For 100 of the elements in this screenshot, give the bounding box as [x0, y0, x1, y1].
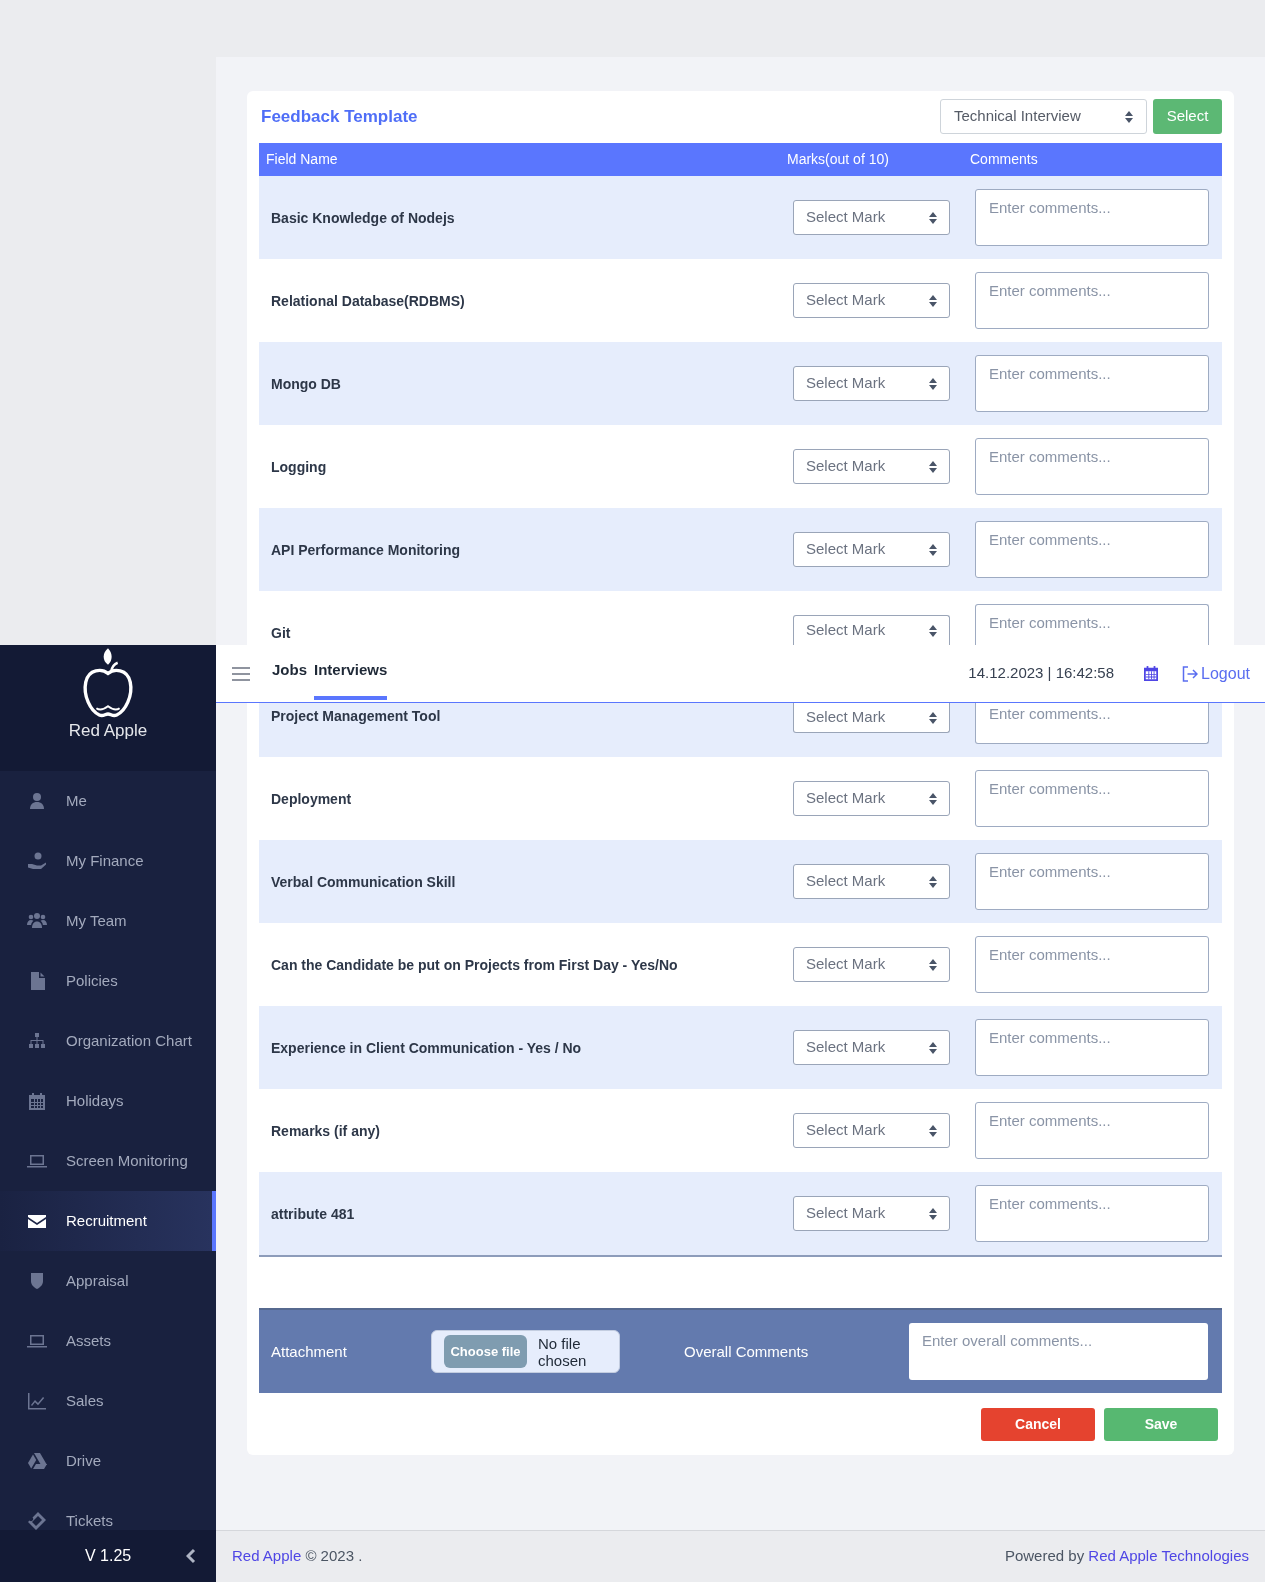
cancel-button[interactable]: Cancel [981, 1408, 1095, 1441]
comment-field[interactable]: Enter comments... [975, 189, 1209, 246]
mark-select[interactable]: Select Mark [793, 947, 950, 982]
comment-field[interactable]: Enter comments... [975, 770, 1209, 827]
mark-select[interactable]: Select Mark [793, 283, 950, 318]
hierarchy-icon [27, 1031, 47, 1051]
mark-select[interactable]: Select Mark [793, 615, 950, 645]
comment-field[interactable]: Enter comments... [975, 1019, 1209, 1076]
nav-item[interactable]: Appraisal [0, 1251, 216, 1311]
triangle-icon [27, 1451, 47, 1471]
mark-select[interactable]: Select Mark [793, 449, 950, 484]
copyright-text: Red Apple © 2023 . [232, 1546, 363, 1567]
field-name: Git [271, 624, 291, 641]
datetime-text: 14.12.2023 | 16:42:58 [968, 663, 1115, 684]
version-label: V 1.25 [85, 1546, 132, 1566]
nav-item[interactable]: My Finance [0, 831, 216, 891]
nav-item[interactable]: Drive [0, 1431, 216, 1491]
sort-icon [929, 958, 937, 971]
nav-item[interactable]: Organization Chart [0, 1011, 216, 1071]
calendar-icon [27, 1091, 47, 1111]
field-name: API Performance Monitoring [271, 541, 461, 558]
mark-select[interactable]: Select Mark [793, 1030, 950, 1065]
brand-link[interactable]: Red Apple [232, 1547, 302, 1565]
sort-icon [929, 543, 937, 556]
card-title: Feedback Template [260, 105, 418, 128]
sort-icon [929, 711, 937, 724]
sort-icon [929, 1041, 937, 1054]
sort-icon [929, 211, 937, 224]
comment-field[interactable]: Enter comments... [975, 355, 1209, 412]
logout-link[interactable]: Logout [1182, 661, 1250, 686]
column-header: Comments [970, 151, 1038, 167]
brand-name: Red Apple [68, 721, 148, 741]
menu-icon[interactable] [232, 666, 250, 681]
nav-item[interactable]: Me [0, 771, 216, 831]
column-header: Marks(out of 10) [787, 151, 889, 167]
field-name: Verbal Communication Skill [271, 873, 456, 890]
comment-field[interactable]: Enter comments... [975, 936, 1209, 993]
comment-field[interactable]: Enter comments... [975, 703, 1209, 744]
mark-select[interactable]: Select Mark [793, 200, 950, 235]
comment-field[interactable]: Enter comments... [975, 272, 1209, 329]
template-select[interactable]: Technical Interview [940, 99, 1147, 134]
sort-icon [929, 460, 937, 473]
field-name: Experience in Client Communication - Yes / No [271, 1039, 582, 1056]
field-name: Basic Knowledge of Nodejs [271, 209, 455, 226]
field-name: Project Management Tool [271, 707, 441, 724]
mark-select[interactable]: Select Mark [793, 703, 950, 733]
comment-field[interactable]: Enter comments... [975, 604, 1209, 645]
field-name: Deployment [271, 790, 352, 807]
column-header: Field Name [266, 151, 338, 167]
comment-field[interactable]: Enter comments... [975, 521, 1209, 578]
nav-item[interactable]: Tickets [0, 1491, 216, 1530]
overall-comments-field[interactable]: Enter overall comments... [909, 1323, 1208, 1380]
nav-item[interactable]: Assets [0, 1311, 216, 1371]
tab[interactable]: Jobs [272, 645, 307, 700]
hand-coin-icon [27, 851, 47, 871]
field-name: Mongo DB [271, 375, 341, 392]
nav-item[interactable]: Holidays [0, 1071, 216, 1131]
sort-icon [1125, 110, 1133, 123]
calendar-icon[interactable] [1144, 666, 1159, 681]
mark-select[interactable]: Select Mark [793, 781, 950, 816]
comment-field[interactable]: Enter comments... [975, 1102, 1209, 1159]
sort-icon [929, 875, 937, 888]
sort-icon [929, 377, 937, 390]
tab[interactable]: Interviews [314, 645, 388, 700]
logout-icon [1182, 665, 1199, 682]
users-icon [27, 911, 47, 931]
comment-field[interactable]: Enter comments... [975, 438, 1209, 495]
field-name: Can the Candidate be put on Projects from First Day - Yes/No [271, 956, 678, 973]
nav-item[interactable]: Recruitment [0, 1191, 216, 1251]
mark-select[interactable]: Select Mark [793, 366, 950, 401]
sort-icon [929, 792, 937, 805]
nav-item[interactable]: My Team [0, 891, 216, 951]
company-link[interactable]: Red Apple Technologies [1088, 1547, 1249, 1565]
nav-item[interactable]: Policies [0, 951, 216, 1011]
attachment-label: Attachment [271, 1342, 347, 1360]
sort-icon [929, 1124, 937, 1137]
comment-field[interactable]: Enter comments... [975, 1185, 1209, 1242]
mark-select[interactable]: Select Mark [793, 1196, 950, 1231]
nav-item[interactable]: Sales [0, 1371, 216, 1431]
file-input[interactable]: Choose file No file chosen [431, 1330, 620, 1373]
mark-select[interactable]: Select Mark [793, 1113, 950, 1148]
mark-select[interactable]: Select Mark [793, 532, 950, 567]
mark-select[interactable]: Select Mark [793, 864, 950, 899]
field-name: Logging [271, 458, 327, 475]
choose-file-button[interactable]: Choose file [444, 1335, 527, 1368]
sort-icon [929, 624, 937, 637]
chevron-left-icon[interactable] [186, 1548, 196, 1564]
nav-item[interactable]: Screen Monitoring [0, 1131, 216, 1191]
file-status-text: No file chosen [538, 1334, 588, 1369]
user-icon [27, 791, 47, 811]
sort-icon [929, 294, 937, 307]
sort-icon [929, 1207, 937, 1220]
powered-by-text: Powered by Red Apple Technologies [1004, 1546, 1249, 1567]
field-name: attribute 481 [271, 1205, 355, 1222]
ticket-icon [27, 1511, 47, 1530]
overall-comments-label: Overall Comments [684, 1342, 809, 1360]
line-chart-icon [27, 1391, 47, 1411]
comment-field[interactable]: Enter comments... [975, 853, 1209, 910]
field-name: Relational Database(RDBMS) [271, 292, 465, 309]
field-name: Remarks (if any) [271, 1122, 380, 1139]
